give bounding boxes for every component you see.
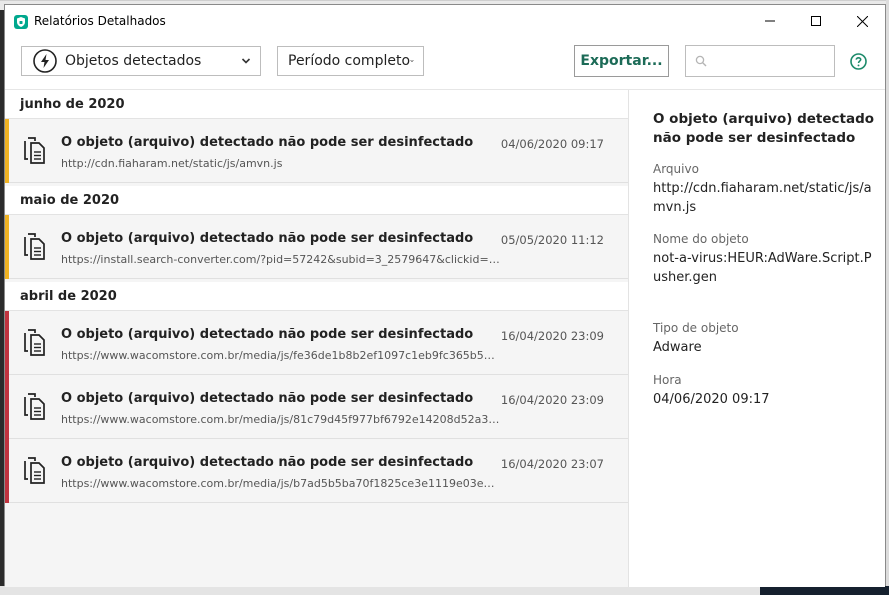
event-url: https://www.wacomstore.com.br/media/js/f… <box>61 349 501 362</box>
event-title: O objeto (arquivo) detectado não pode se… <box>61 327 474 342</box>
background-taskbar <box>760 586 889 595</box>
search-input[interactable] <box>685 45 835 77</box>
period-select[interactable]: Período completo <box>277 46 424 76</box>
app-shield-icon <box>14 14 28 29</box>
close-button[interactable] <box>839 5 885 37</box>
detail-pane: O objeto (arquivo) detectado não pode se… <box>629 90 885 587</box>
event-date: 04/06/2020 09:17 <box>500 137 604 151</box>
help-icon[interactable] <box>850 53 867 70</box>
file-copy-icon <box>24 393 45 420</box>
background-divider <box>0 0 889 1</box>
minimize-icon <box>765 20 775 22</box>
minimize-button[interactable] <box>747 5 793 37</box>
detail-label-object-name: Nome do objeto <box>653 232 749 246</box>
maximize-button[interactable] <box>793 5 839 37</box>
chevron-down-icon <box>241 58 251 64</box>
events-list: junho de 2020 O objeto (arquivo) detecta… <box>5 90 629 587</box>
event-date: 16/04/2020 23:09 <box>500 329 604 343</box>
event-row[interactable]: O objeto (arquivo) detectado não pode se… <box>5 215 628 279</box>
file-copy-icon <box>24 329 45 356</box>
event-url: https://install.search-converter.com/?pi… <box>61 253 501 266</box>
month-header: junho de 2020 <box>5 90 628 119</box>
window-title: Relatórios Detalhados <box>34 14 166 28</box>
lightning-icon <box>32 48 58 74</box>
filter-select[interactable]: Objetos detectados <box>21 46 261 76</box>
event-date: 05/05/2020 11:12 <box>500 233 604 247</box>
event-date: 16/04/2020 23:07 <box>500 457 604 471</box>
event-title: O objeto (arquivo) detectado não pode se… <box>61 391 474 406</box>
severity-bar <box>5 439 9 503</box>
search-icon <box>695 55 707 67</box>
reports-window: Relatórios Detalhados Objetos detectados… <box>4 4 886 587</box>
filter-select-value: Objetos detectados <box>65 53 202 69</box>
title-bar[interactable]: Relatórios Detalhados <box>5 5 885 37</box>
event-row[interactable]: O objeto (arquivo) detectado não pode se… <box>5 439 628 503</box>
detail-label-file: Arquivo <box>653 162 699 176</box>
event-row[interactable]: O objeto (arquivo) detectado não pode se… <box>5 375 628 439</box>
file-copy-icon <box>24 457 45 484</box>
event-title: O objeto (arquivo) detectado não pode se… <box>61 135 474 150</box>
background-bottom <box>0 586 889 595</box>
detail-label-object-type: Tipo de objeto <box>653 321 739 335</box>
detail-label-time: Hora <box>653 373 682 387</box>
detail-value-time: 04/06/2020 09:17 <box>653 392 770 407</box>
event-date: 16/04/2020 23:09 <box>500 393 604 407</box>
event-url: https://www.wacomstore.com.br/media/js/b… <box>61 477 501 490</box>
severity-bar <box>5 311 9 375</box>
export-button[interactable]: Exportar... <box>574 45 669 77</box>
event-url: http://cdn.fiaharam.net/static/js/amvn.j… <box>61 157 283 170</box>
event-title: O objeto (arquivo) detectado não pode se… <box>61 231 474 246</box>
close-icon <box>856 15 868 27</box>
file-copy-icon <box>24 137 45 164</box>
file-copy-icon <box>24 233 45 260</box>
event-row[interactable]: O objeto (arquivo) detectado não pode se… <box>5 119 628 183</box>
detail-value-file: http://cdn.fiaharam.net/static/js/amvn.j… <box>653 181 872 215</box>
detail-value-object-name: not-a-virus:HEUR:AdWare.Script.Pusher.ge… <box>653 251 872 285</box>
event-title: O objeto (arquivo) detectado não pode se… <box>61 455 474 470</box>
event-url: https://www.wacomstore.com.br/media/js/8… <box>61 413 501 426</box>
detail-title: O objeto (arquivo) detectado não pode se… <box>653 111 875 146</box>
maximize-icon <box>811 16 821 26</box>
severity-bar <box>5 119 9 183</box>
severity-bar <box>5 375 9 439</box>
event-row[interactable]: O objeto (arquivo) detectado não pode se… <box>5 311 628 375</box>
period-select-value: Período completo <box>288 53 411 69</box>
chevron-down-icon <box>410 59 414 63</box>
severity-bar <box>5 215 9 279</box>
detail-value-object-type: Adware <box>653 340 702 355</box>
month-header: maio de 2020 <box>5 186 628 215</box>
month-header: abril de 2020 <box>5 282 628 311</box>
toolbar: Objetos detectados Período completo Expo… <box>5 37 885 90</box>
